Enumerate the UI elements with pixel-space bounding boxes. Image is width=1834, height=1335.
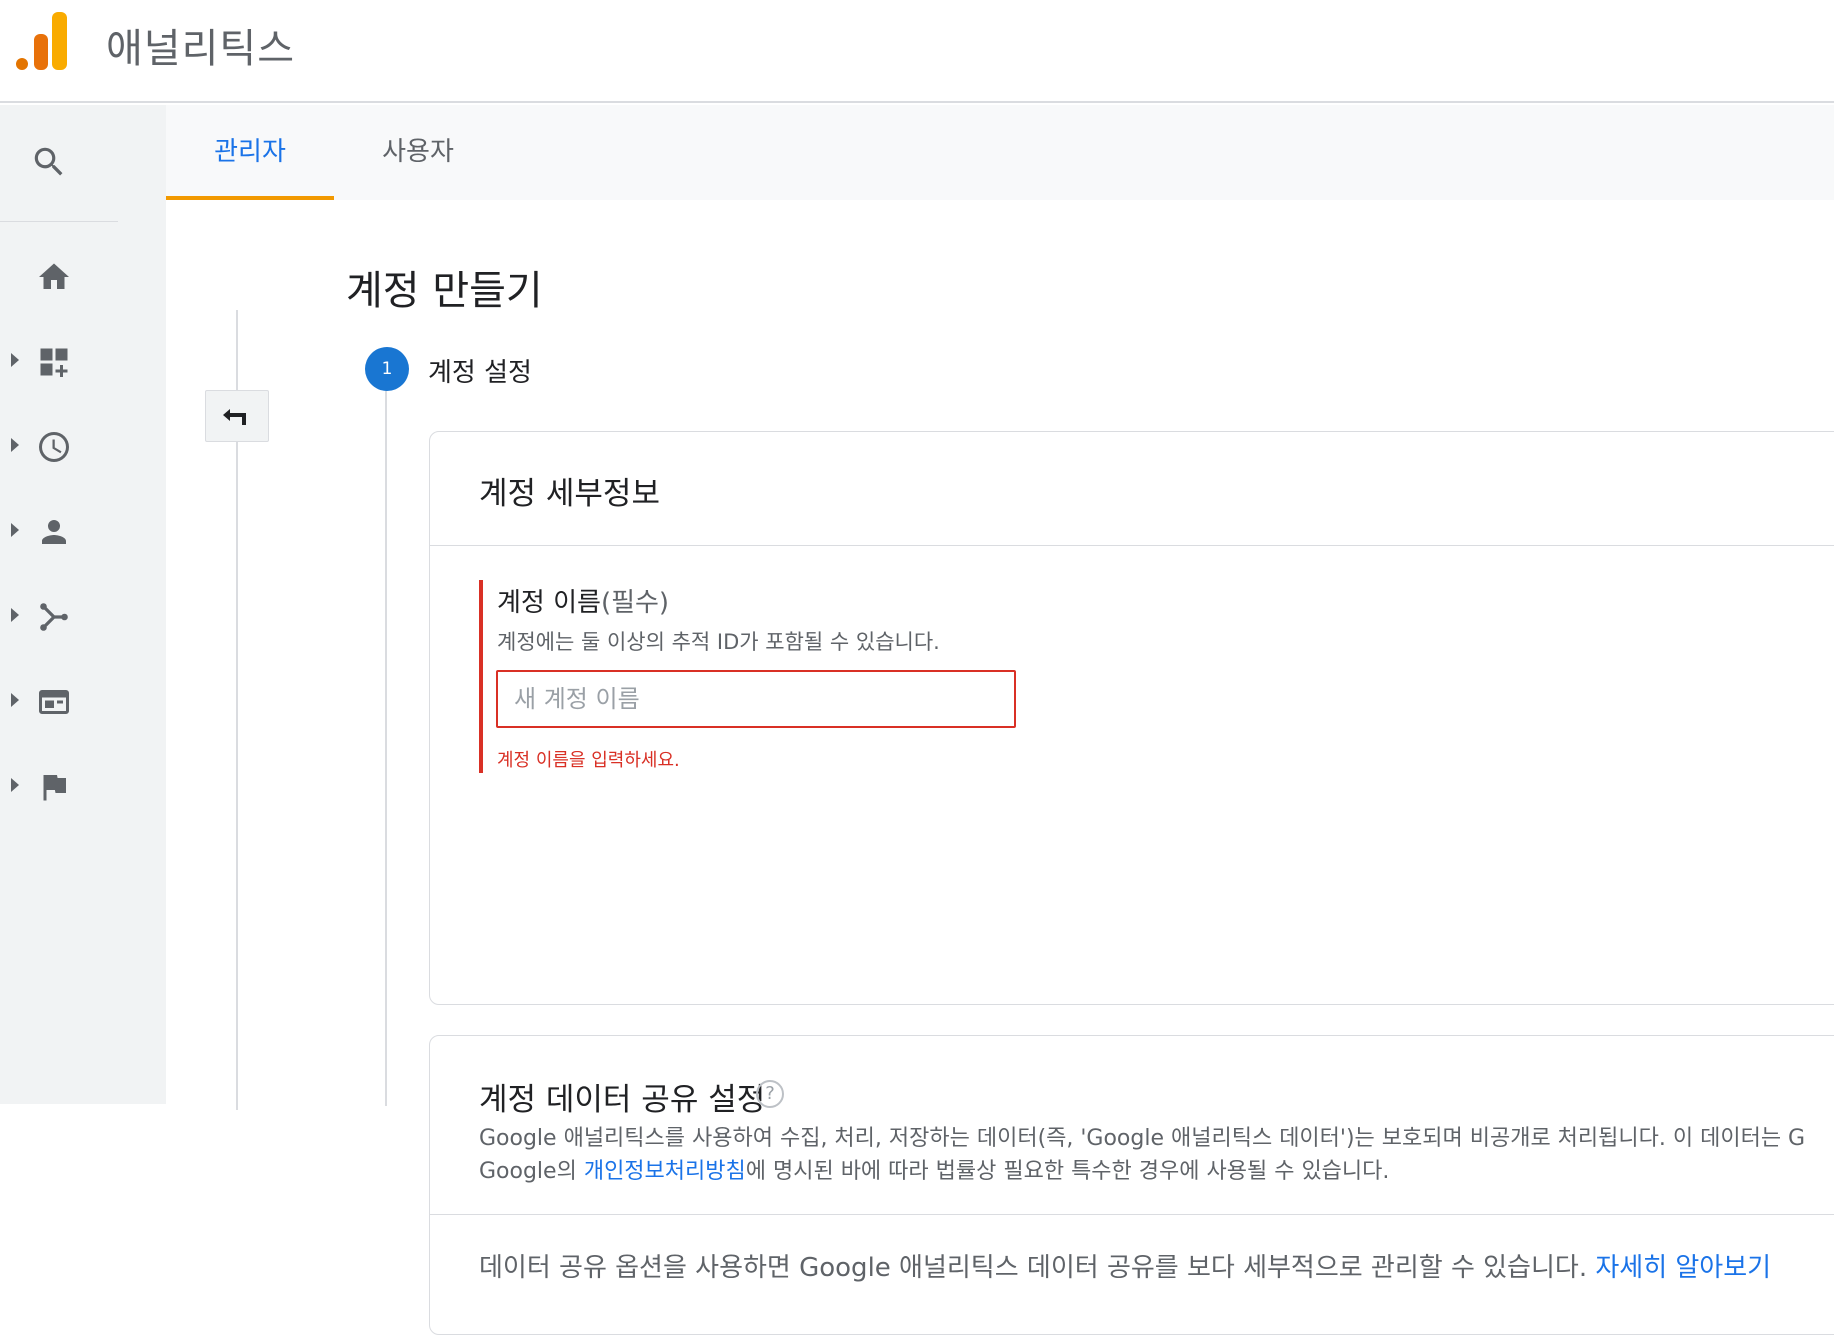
account-details-header: 계정 세부정보 <box>430 432 1834 546</box>
nav-item-realtime[interactable] <box>0 415 118 475</box>
data-sharing-title: 계정 데이터 공유 설정 <box>479 1082 766 1118</box>
back-button[interactable] <box>205 390 269 442</box>
window-icon <box>39 690 69 714</box>
person-icon <box>42 520 66 544</box>
card-divider <box>430 1214 1834 1215</box>
privacy-suffix: 에 명시된 바에 따라 법률상 필요한 특수한 경우에 사용될 수 있습니다. <box>745 1159 1390 1184</box>
data-sharing-description: Google 애널리틱스를 사용하여 수집, 처리, 저장하는 데이터(즉, '… <box>479 1126 1806 1151</box>
expand-caret-icon <box>11 438 19 452</box>
nav-item-customization[interactable] <box>0 330 118 390</box>
nav-item-behavior[interactable] <box>0 670 118 730</box>
home-icon <box>39 263 69 289</box>
expand-caret-icon <box>11 523 19 537</box>
required-marker: (필수) <box>600 588 670 618</box>
data-sharing-card: 계정 데이터 공유 설정 ? Google 애널리틱스를 사용하여 수집, 처리… <box>429 1035 1834 1335</box>
back-arrow-icon <box>223 409 246 425</box>
data-sharing-privacy-line: Google의 개인정보처리방침에 명시된 바에 따라 법률상 필요한 특수한 … <box>479 1153 1834 1185</box>
expand-caret-icon <box>11 778 19 792</box>
learn-more-link[interactable]: 자세히 알아보기 <box>1595 1253 1771 1283</box>
nav-search-button[interactable] <box>0 105 118 222</box>
expand-caret-icon <box>11 608 19 622</box>
clock-icon <box>39 432 69 462</box>
branch-icon <box>40 603 68 631</box>
expand-caret-icon <box>11 353 19 367</box>
stepper-line <box>385 386 387 1106</box>
search-icon <box>34 147 63 176</box>
nav-item-conversions[interactable] <box>0 755 118 815</box>
account-name-label-text: 계정 이름 <box>497 588 601 618</box>
page-title: 계정 만들기 <box>346 268 543 314</box>
account-details-title: 계정 세부정보 <box>479 476 660 512</box>
account-name-help: 계정에는 둘 이상의 추적 ID가 포함될 수 있습니다. <box>497 630 940 654</box>
dashboard-add-icon <box>40 348 68 377</box>
tab-admin[interactable]: 관리자 <box>166 105 334 200</box>
account-name-input[interactable] <box>496 670 1016 728</box>
account-details-card: 계정 세부정보 계정 이름(필수) 계정에는 둘 이상의 추적 ID가 포함될 … <box>429 431 1834 1005</box>
tabs-bar: 관리자 사용자 <box>166 105 1834 200</box>
data-sharing-options-text: 데이터 공유 옵션을 사용하면 Google 애널리틱스 데이터 공유를 보다 … <box>479 1247 1771 1284</box>
account-name-label: 계정 이름(필수) <box>497 582 669 619</box>
nav-item-home[interactable] <box>0 245 118 305</box>
app-header: 애널리틱스 <box>0 0 1834 103</box>
privacy-policy-link[interactable]: 개인정보처리방침 <box>584 1159 746 1184</box>
app-title: 애널리틱스 <box>106 26 295 72</box>
step-label[interactable]: 계정 설정 <box>428 352 532 389</box>
account-name-error: 계정 이름을 입력하세요. <box>497 750 680 771</box>
analytics-logo-icon[interactable] <box>16 12 70 70</box>
tab-user[interactable]: 사용자 <box>334 105 502 200</box>
nav-item-audience[interactable] <box>0 500 118 560</box>
main-content: 계정 만들기 1 계정 설정 계정 세부정보 계정 이름(필수) 계정에는 둘 … <box>166 200 1834 1335</box>
step-number-badge: 1 <box>365 347 409 391</box>
privacy-prefix: Google의 <box>479 1159 584 1184</box>
share-options-text: 데이터 공유 옵션을 사용하면 Google 애널리틱스 데이터 공유를 보다 … <box>479 1253 1596 1283</box>
account-name-field: 계정 이름(필수) 계정에는 둘 이상의 추적 ID가 포함될 수 있습니다. … <box>479 580 1079 773</box>
expand-caret-icon <box>11 693 19 707</box>
left-nav <box>0 105 166 1104</box>
nav-item-acquisition[interactable] <box>0 585 118 645</box>
flag-icon <box>43 775 66 801</box>
